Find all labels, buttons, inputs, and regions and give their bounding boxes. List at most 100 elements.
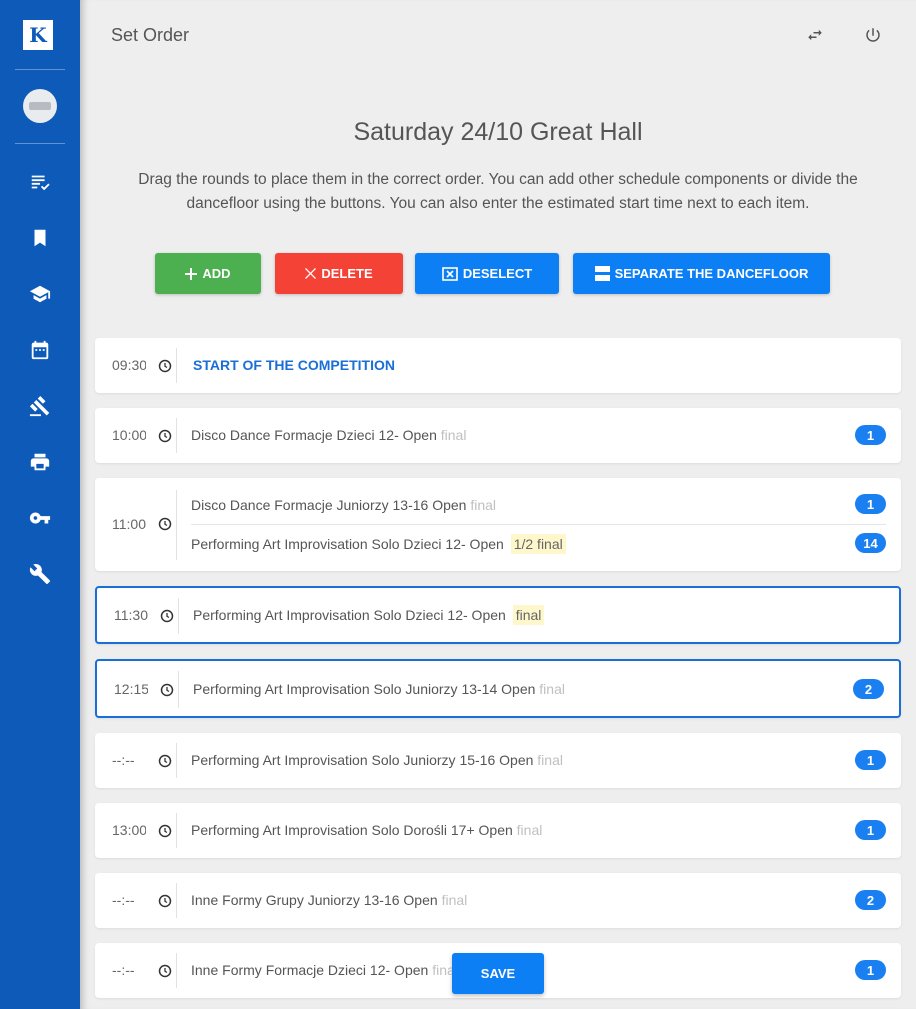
couples-badge: 2 <box>853 679 884 699</box>
category-name: Disco Dance Formacje Dzieci 12- Open <box>191 427 437 443</box>
separate-button-label: SEPARATE THE DANCEFLOOR <box>614 266 809 281</box>
sidebar-item-access[interactable] <box>25 503 55 533</box>
schedule-row[interactable]: 09:30 START OF THE COMPETITION <box>95 338 901 393</box>
printer-icon <box>30 453 50 471</box>
category-name: Inne Formy Grupy Juniorzy 13-16 Open <box>191 892 438 908</box>
schedule-row[interactable]: --:-- Inne Formy Grupy Juniorzy 13-16 Op… <box>95 873 901 928</box>
divider <box>176 743 177 778</box>
swap-button[interactable] <box>802 22 828 48</box>
delete-button-label: DELETE <box>321 266 373 281</box>
couples-badge: 1 <box>855 494 886 514</box>
round-label: final <box>441 892 468 908</box>
round-label: 1/2 final <box>510 534 566 554</box>
clock-icon <box>158 754 172 768</box>
key-icon <box>29 512 51 524</box>
divider <box>176 490 177 560</box>
gavel-icon <box>29 396 50 417</box>
time-input[interactable]: 11:00 <box>112 516 146 532</box>
swap-icon <box>808 29 822 41</box>
divider <box>176 418 177 453</box>
deselect-button-label: DESELECT <box>462 266 533 281</box>
round-name: Disco Dance Formacje Juniorzy 13-16 Open… <box>191 497 496 513</box>
item-divider <box>191 524 886 525</box>
avatar[interactable] <box>23 89 57 123</box>
logout-button[interactable] <box>860 22 886 48</box>
checklist-icon <box>31 175 50 191</box>
page-title: Set Order <box>111 25 190 45</box>
round-label: final <box>440 427 467 443</box>
round-label: final <box>470 497 497 513</box>
divider <box>178 671 179 708</box>
couples-badge: 14 <box>855 533 886 553</box>
round-name: Inne Formy Grupy Juniorzy 13-16 Open fin… <box>191 892 467 908</box>
couples-badge: 1 <box>855 820 886 840</box>
add-button-label: ADD <box>202 266 231 281</box>
sidebar-divider <box>15 143 65 144</box>
bookmark-icon <box>34 229 46 247</box>
sidebar-item-judges[interactable] <box>25 391 55 421</box>
sidebar-item-bookmarks[interactable] <box>25 223 55 253</box>
time-input[interactable]: --:-- <box>112 752 146 768</box>
clock-icon <box>158 964 172 978</box>
save-button[interactable]: SAVE <box>452 953 544 994</box>
round-name: Performing Art Improvisation Solo Dzieci… <box>191 534 566 554</box>
time-input[interactable]: --:-- <box>112 892 146 908</box>
sidebar-item-schedule[interactable] <box>25 335 55 365</box>
round-label: final <box>537 752 563 768</box>
schedule-row-selected[interactable]: 11:30 Performing Art Improvisation Solo … <box>95 586 901 644</box>
avatar-image <box>29 102 51 110</box>
app-logo[interactable]: K <box>23 20 53 50</box>
page-heading: Saturday 24/10 Great Hall <box>353 118 643 146</box>
main-content: Set Order Saturday 24/10 Great Hall Drag… <box>80 0 916 1009</box>
clock-icon <box>160 609 174 623</box>
clock-icon <box>158 824 172 838</box>
sidebar-item-rounds[interactable] <box>25 167 55 197</box>
schedule-row[interactable]: 13:00 Performing Art Improvisation Solo … <box>95 803 901 858</box>
schedule-row[interactable]: 11:00 Disco Dance Formacje Juniorzy 13-1… <box>95 478 901 571</box>
category-name: Performing Art Improvisation Solo Junior… <box>193 681 536 697</box>
schedule-row[interactable]: --:-- Performing Art Improvisation Solo … <box>95 733 901 788</box>
sidebar: K <box>0 0 80 1009</box>
sidebar-item-education[interactable] <box>25 279 55 309</box>
schedule-row[interactable]: 10:00 Disco Dance Formacje Dzieci 12- Op… <box>95 408 901 463</box>
time-input[interactable]: 13:00 <box>112 822 146 838</box>
plus-icon <box>185 267 198 280</box>
time-input[interactable]: 10:00 <box>112 427 146 443</box>
delete-button[interactable]: DELETE <box>275 253 403 294</box>
sidebar-item-settings[interactable] <box>25 559 55 589</box>
couples-badge: 1 <box>855 960 886 980</box>
round-name: Performing Art Improvisation Solo Junior… <box>191 752 563 768</box>
time-input[interactable]: 11:30 <box>114 607 148 623</box>
round-name: Inne Formy Formacje Dzieci 12- Open fina… <box>191 962 458 978</box>
round-name: Disco Dance Formacje Dzieci 12- Open fin… <box>191 427 466 443</box>
round-label: final <box>539 681 565 697</box>
category-name: Performing Art Improvisation Solo Dzieci… <box>193 607 506 623</box>
deselect-icon <box>442 266 458 281</box>
couples-badge: 1 <box>855 425 886 445</box>
time-input[interactable]: 12:15 <box>114 681 148 697</box>
sidebar-item-print[interactable] <box>25 447 55 477</box>
add-button[interactable]: ADD <box>155 253 261 294</box>
round-name: Performing Art Improvisation Solo Dorośl… <box>191 822 542 838</box>
divider <box>176 883 177 918</box>
time-input[interactable]: --:-- <box>112 962 146 978</box>
deselect-button[interactable]: DESELECT <box>415 253 559 294</box>
category-name: Performing Art Improvisation Solo Junior… <box>191 752 534 768</box>
logo-letter: K <box>29 23 47 47</box>
divider <box>176 348 177 383</box>
separate-dancefloor-button[interactable]: SEPARATE THE DANCEFLOOR <box>573 253 830 294</box>
clock-icon <box>160 683 174 697</box>
time-input[interactable]: 09:30 <box>112 357 146 373</box>
clock-icon <box>158 429 172 443</box>
power-icon <box>866 28 880 42</box>
round-label: final <box>516 822 543 838</box>
clock-icon <box>158 359 172 373</box>
category-name: Performing Art Improvisation Solo Dorośl… <box>191 822 513 838</box>
couples-badge: 2 <box>855 890 886 910</box>
graduation-cap-icon <box>29 285 51 303</box>
couples-badge: 1 <box>855 750 886 770</box>
schedule-row-selected[interactable]: 12:15 Performing Art Improvisation Solo … <box>95 659 901 718</box>
divider <box>176 953 177 988</box>
divider <box>178 598 179 634</box>
clock-icon <box>158 517 172 531</box>
